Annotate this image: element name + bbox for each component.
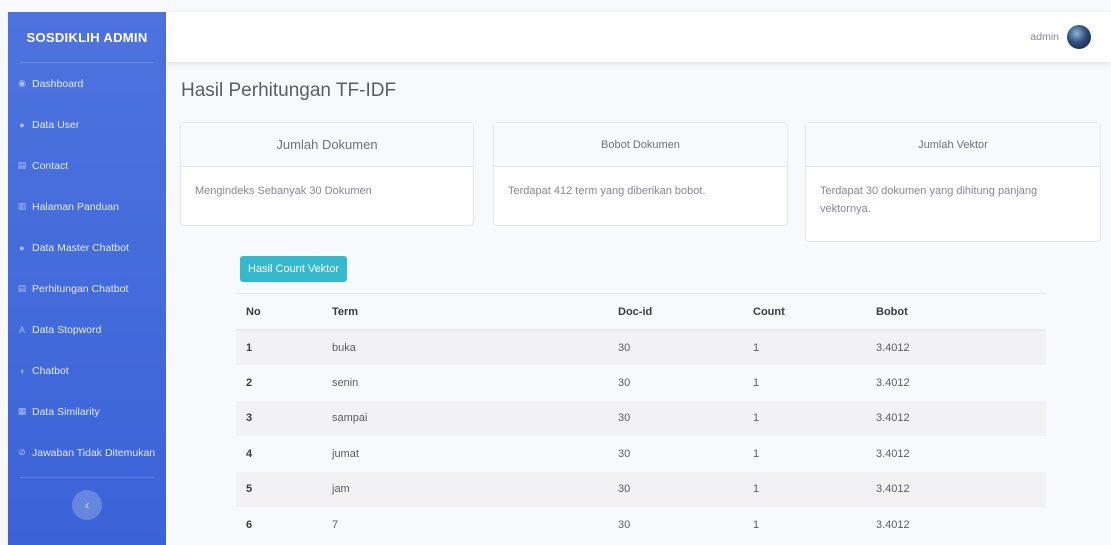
card-jumlah-dokumen: Jumlah Dokumen Mengindeks Sebanyak 30 Do… <box>180 122 474 226</box>
table-row: 5 jam 30 1 3.4012 <box>236 471 1046 507</box>
sidebar-item-jawaban-tidak-ditemukan[interactable]: ⊘ Jawaban Tidak Ditemukan <box>8 432 166 473</box>
table-row: 3 sampai 30 1 3.4012 <box>236 400 1046 436</box>
comment-icon: ● <box>19 242 25 253</box>
cell-no: 2 <box>246 376 253 389</box>
cell-term: jam <box>332 471 618 507</box>
user-dropdown[interactable]: admin <box>1030 25 1091 49</box>
sidebar-item-chatbot[interactable]: ◖ Chatbot <box>8 350 166 391</box>
comments-icon: ◖ <box>19 365 25 376</box>
cell-no: 5 <box>236 471 332 507</box>
cell-doc-id: 30 <box>618 376 631 389</box>
sidebar-item-label: Contact <box>32 159 69 172</box>
card-body: Terdapat 30 dokumen yang dihitung panjan… <box>820 185 1038 215</box>
cell-bobot: 3.4012 <box>876 447 910 460</box>
sidebar-item-label: Perhitungan Chatbot <box>32 282 129 295</box>
sidebar-item-dashboard[interactable]: ◉ Dashboard <box>8 63 166 104</box>
sidebar-item-data-stopword[interactable]: A Data Stopword <box>8 309 166 350</box>
tfidf-table: No Term Doc-id Count Bobot 1 buka 30 1 3… <box>236 293 1046 543</box>
hasil-count-vektor-button[interactable]: Hasil Count Vektor <box>240 256 348 282</box>
cell-doc-id: 30 <box>618 447 631 460</box>
cell-count: 1 <box>753 329 876 365</box>
card-bobot-dokumen: Bobot Dokumen Terdapat 412 term yang dib… <box>493 122 788 226</box>
column-header-term[interactable]: Term <box>332 293 618 330</box>
cell-term: sampai <box>332 400 618 436</box>
sidebar-item-data-user[interactable]: ● Data User <box>8 104 166 145</box>
sidebar-item-label: Dashboard <box>32 77 84 90</box>
cell-term: 7 <box>332 518 339 531</box>
sidebar-item-label: Data Similarity <box>32 405 100 418</box>
cell-term: senin <box>332 376 359 389</box>
cell-doc-id: 30 <box>618 329 753 365</box>
sidebar-item-halaman-panduan[interactable]: ▥ Halaman Panduan <box>8 186 166 227</box>
cell-term: buka <box>332 329 618 365</box>
sidebar-toggle-wrap: ‹ <box>8 490 166 520</box>
column-header-no[interactable]: No <box>236 293 332 330</box>
sidebar-item-data-master-chatbot[interactable]: ● Data Master Chatbot <box>8 227 166 268</box>
cell-count: 1 <box>753 471 876 507</box>
table-header-row: No Term Doc-id Count Bobot <box>236 293 1046 330</box>
card-header: Jumlah Dokumen <box>181 123 473 167</box>
table-row: 2 senin 30 1 3.4012 <box>236 365 1046 401</box>
cell-doc-id: 30 <box>618 400 753 436</box>
sidebar-item-label: Jawaban Tidak Ditemukan <box>32 446 156 459</box>
page-title: Hasil Perhitungan TF-IDF <box>181 80 397 101</box>
user-icon: ● <box>19 119 25 130</box>
font-icon: A <box>18 324 25 335</box>
card-body: Terdapat 412 term yang diberikan bobot. <box>508 185 706 197</box>
sidebar-item-label: Halaman Panduan <box>32 200 119 213</box>
sidebar-item-perhitungan-chatbot[interactable]: ▤ Perhitungan Chatbot <box>8 268 166 309</box>
card-jumlah-vektor: Jumlah Vektor Terdapat 30 dokumen yang d… <box>805 122 1101 242</box>
column-header-bobot[interactable]: Bobot <box>876 293 1046 330</box>
cell-bobot: 3.4012 <box>876 400 1046 436</box>
cell-no: 1 <box>236 329 332 365</box>
sidebar-item-label: Data User <box>32 118 80 131</box>
sidebar-item-label: Chatbot <box>32 364 69 377</box>
tachometer-icon: ◉ <box>18 78 26 88</box>
sidebar-divider <box>20 477 154 478</box>
sidebar-brand[interactable]: SOSDIKLIH ADMIN <box>8 12 166 62</box>
card-body: Mengindeks Sebanyak 30 Dokumen <box>195 185 372 197</box>
cell-term: jumat <box>332 447 359 460</box>
cell-bobot: 3.4012 <box>876 376 910 389</box>
table-icon: ▤ <box>17 283 27 293</box>
eye-slash-icon: ⊘ <box>18 447 26 457</box>
book-icon: ▥ <box>17 201 27 211</box>
sidebar-item-label: Data Master Chatbot <box>32 241 129 254</box>
card-header: Bobot Dokumen <box>494 123 787 167</box>
cell-no: 6 <box>246 518 253 531</box>
file-icon: ▤ <box>17 160 27 170</box>
cell-bobot: 3.4012 <box>876 518 910 531</box>
sidebar-item-label: Data Stopword <box>32 323 102 336</box>
topbar: admin <box>166 12 1111 62</box>
cell-no: 4 <box>246 447 253 460</box>
cell-bobot: 3.4012 <box>876 329 1046 365</box>
user-name: admin <box>1030 31 1059 43</box>
cell-doc-id: 30 <box>618 518 631 531</box>
app-frame: SOSDIKLIH ADMIN ◉ Dashboard ● Data User … <box>0 0 1111 545</box>
cell-count: 1 <box>753 376 760 389</box>
cell-no: 3 <box>236 400 332 436</box>
cell-bobot: 3.4012 <box>876 471 1046 507</box>
table-row: 6 7 30 1 3.4012 <box>236 507 1046 543</box>
cell-count: 1 <box>753 447 760 460</box>
column-header-count[interactable]: Count <box>753 293 876 330</box>
table-icon: ▦ <box>17 406 27 416</box>
avatar <box>1067 25 1091 49</box>
cell-count: 1 <box>753 518 760 531</box>
sidebar-toggle-button[interactable]: ‹ <box>72 490 102 520</box>
cell-doc-id: 30 <box>618 471 753 507</box>
sidebar-item-data-similarity[interactable]: ▦ Data Similarity <box>8 391 166 432</box>
column-header-doc-id[interactable]: Doc-id <box>618 293 753 330</box>
chevron-left-icon: ‹ <box>85 498 89 512</box>
sidebar: SOSDIKLIH ADMIN ◉ Dashboard ● Data User … <box>8 12 166 545</box>
table-row: 1 buka 30 1 3.4012 <box>236 329 1046 365</box>
sidebar-item-contact[interactable]: ▤ Contact <box>8 145 166 186</box>
table-row: 4 jumat 30 1 3.4012 <box>236 436 1046 472</box>
cell-count: 1 <box>753 400 876 436</box>
card-header: Jumlah Vektor <box>806 123 1100 167</box>
